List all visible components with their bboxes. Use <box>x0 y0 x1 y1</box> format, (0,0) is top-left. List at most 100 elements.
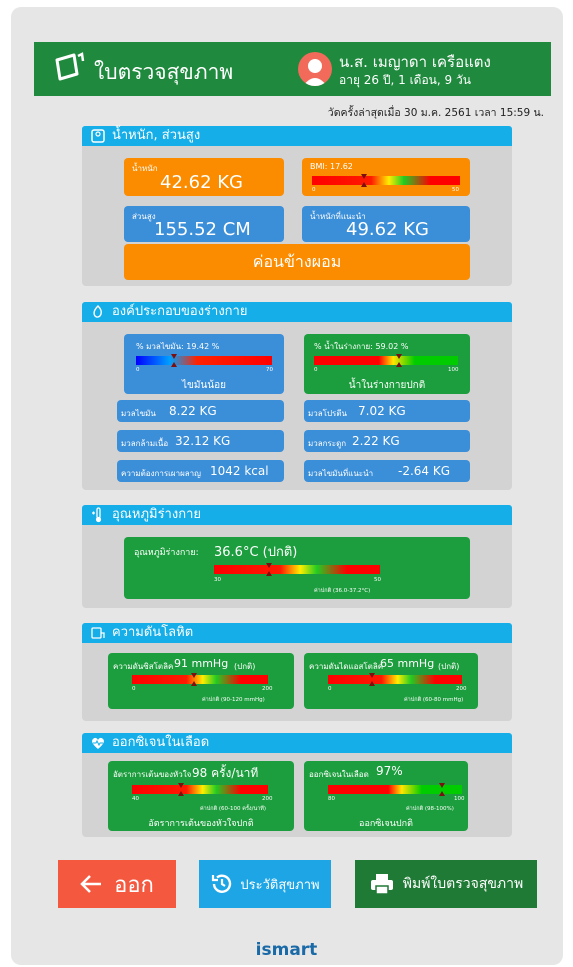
temperature-label: อุณหภูมิร่างกาย: <box>134 548 199 558</box>
systolic-status: (ปกติ) <box>234 662 256 671</box>
temperature-bar <box>214 565 380 574</box>
temperature-max-tick: 50 <box>374 577 381 583</box>
history-icon <box>212 874 232 893</box>
temperature-box: อุณหภูมิร่างกาย: 36.6°C (ปกติ) 30 50 ค่า… <box>124 537 470 599</box>
bmi-marker <box>360 174 367 187</box>
ideal-weight-value: 49.62 KG <box>346 219 430 240</box>
bone-mass-value: 2.22 KG <box>352 434 400 448</box>
diastolic-max-tick: 200 <box>456 686 467 692</box>
weight-status: ค่อนข้างผอม <box>124 244 470 280</box>
scale-icon <box>91 129 105 143</box>
oxygen-section: ออกซิเจนในเลือด อัตราการเต้นของหัวใจ 98 … <box>82 733 512 837</box>
body-water-min-tick: 0 <box>314 367 318 373</box>
report-icon <box>55 52 85 81</box>
section-header: น้ำหนัก, ส่วนสูง <box>82 126 512 146</box>
height-value: 155.52 CM <box>154 219 251 240</box>
spo2-status: ออกซิเจนปกติ <box>359 819 413 829</box>
heart-rate-marker <box>178 783 185 796</box>
history-button[interactable]: ประวัติสุขภาพ <box>199 860 331 908</box>
body-water-label: % น้ำในร่างกาย: 59.02 % <box>314 342 409 351</box>
systolic-min-tick: 0 <box>132 686 136 692</box>
muscle-mass-value: 32.12 KG <box>175 434 231 448</box>
body-composition-section: องค์ประกอบของร่างกาย % มวลไขมัน: 19.42 %… <box>82 302 512 490</box>
muscle-mass-label: มวลกล้ามเนื้อ <box>121 439 169 448</box>
spo2-min-tick: 80 <box>328 796 335 802</box>
heart-rate-value: 98 ครั้ง/นาที <box>192 766 259 780</box>
muscle-mass-box: มวลกล้ามเนื้อ 32.12 KG <box>117 430 284 452</box>
bmi-label: BMI: 17.62 <box>310 162 353 171</box>
fat-target-box: มวลไขมันที่แนะนำ -2.64 KG <box>304 460 470 482</box>
section-header: ความดันโลหิต <box>82 623 512 643</box>
bmi-min-tick: 0 <box>312 187 316 193</box>
fat-target-value: -2.64 KG <box>398 464 451 478</box>
protein-mass-value: 7.02 KG <box>358 404 406 418</box>
exit-button[interactable]: ออก <box>58 860 176 908</box>
fat-target-label: มวลไขมันที่แนะนำ <box>308 469 374 478</box>
ideal-weight-box: น้ำหนักที่แนะนำ 49.62 KG <box>302 206 470 242</box>
body-fat-min-tick: 0 <box>136 367 140 373</box>
body-fat-label: % มวลไขมัน: 19.42 % <box>136 342 220 351</box>
ismart-logo: ismart <box>255 940 318 960</box>
arrow-left-icon <box>80 875 102 893</box>
diastolic-marker <box>368 673 375 686</box>
print-button[interactable]: พิมพ์ใบตรวจสุขภาพ <box>355 860 537 908</box>
temperature-min-tick: 30 <box>214 577 221 583</box>
height-box: ส่วนสูง 155.52 CM <box>124 206 284 242</box>
heart-rate-min-tick: 40 <box>132 796 139 802</box>
section-title: ความดันโลหิต <box>112 625 194 640</box>
body-water-marker <box>395 354 402 367</box>
bmi-box: BMI: 17.62 0 50 <box>302 158 470 196</box>
heart-rate-status: อัตราการเต้นของหัวใจปกติ <box>148 819 254 829</box>
thermometer-icon <box>92 507 102 523</box>
heart-rate-max-tick: 200 <box>262 796 273 802</box>
diastolic-status: (ปกติ) <box>438 662 460 671</box>
report-header: ใบตรวจสุขภาพ น.ส. เมญาดา เครือแตง อายุ 2… <box>34 42 551 96</box>
exit-button-label: ออก <box>114 872 154 898</box>
systolic-normal-range: ค่าปกติ (90-120 mmHg) <box>202 697 265 703</box>
weight-height-section: น้ำหนัก, ส่วนสูง น้ำหนัก 42.62 KG BMI: 1… <box>82 126 512 286</box>
heart-pulse-icon <box>92 737 104 749</box>
energy-box: ความต้องการเผาผลาญ 1042 kcal <box>117 460 284 482</box>
heart-rate-normal-range: ค่าปกติ (60-100 ครั้ง/นาที) <box>200 806 267 812</box>
spo2-value: 97% <box>376 764 403 778</box>
body-water-box: % น้ำในร่างกาย: 59.02 % 0 100 น้ำในร่างก… <box>304 334 470 394</box>
history-button-label: ประวัติสุขภาพ <box>240 877 320 893</box>
energy-label: ความต้องการเผาผลาญ <box>121 469 201 478</box>
fat-mass-label: มวลไขมัน <box>121 409 156 418</box>
spo2-label: ออกซิเจนในเลือด <box>309 770 369 779</box>
diastolic-bar <box>328 675 462 684</box>
body-fat-marker <box>171 354 178 367</box>
body-composition-icon <box>93 305 102 318</box>
protein-mass-label: มวลโปรตีน <box>308 409 348 418</box>
body-water-status: น้ำในร่างกายปกติ <box>348 380 426 391</box>
section-title: น้ำหนัก, ส่วนสูง <box>112 128 201 143</box>
systolic-marker <box>190 673 197 686</box>
systolic-value: 91 mmHg <box>174 657 229 670</box>
print-button-label: พิมพ์ใบตรวจสุขภาพ <box>402 876 524 892</box>
spo2-marker <box>438 783 445 796</box>
heart-rate-box: อัตราการเต้นของหัวใจ 98 ครั้ง/นาที 40 20… <box>108 761 294 831</box>
bone-mass-label: มวลกระดูก <box>308 439 347 448</box>
spo2-max-tick: 100 <box>454 796 465 802</box>
spo2-normal-range: ค่าปกติ (98-100%) <box>406 806 454 812</box>
weight-box: น้ำหนัก 42.62 KG <box>124 158 284 196</box>
temperature-normal-range: ค่าปกติ (36.0-37.2°C) <box>314 588 371 594</box>
temperature-marker <box>265 563 272 576</box>
diastolic-box: ความดันไดแอสโตลิค 65 mmHg (ปกติ) 0 200 ค… <box>304 653 478 709</box>
diastolic-label: ความดันไดแอสโตลิค <box>309 662 384 671</box>
protein-mass-box: มวลโปรตีน 7.02 KG <box>304 400 470 422</box>
systolic-label: ความดันซิสโตลิค <box>113 662 174 671</box>
spo2-box: ออกซิเจนในเลือด 97% 80 100 ค่าปกติ (98-1… <box>304 761 468 831</box>
diastolic-min-tick: 0 <box>328 686 332 692</box>
last-measured-date: วัดครั้งล่าสุดเมื่อ 30 ม.ค. 2561 เวลา 15… <box>327 107 544 119</box>
page-title: ใบตรวจสุขภาพ <box>94 60 234 84</box>
body-fat-bar <box>136 356 272 365</box>
weight-label: น้ำหนัก <box>132 164 158 173</box>
heart-rate-label: อัตราการเต้นของหัวใจ <box>113 770 192 779</box>
temperature-section: อุณหภูมิร่างกาย อุณหภูมิร่างกาย: 36.6°C … <box>82 505 512 608</box>
section-header: ออกซิเจนในเลือด <box>82 733 512 753</box>
blood-pressure-icon <box>91 627 105 639</box>
weight-value: 42.62 KG <box>160 172 244 193</box>
section-title: ออกซิเจนในเลือด <box>112 735 210 750</box>
fat-mass-box: มวลไขมัน 8.22 KG <box>117 400 284 422</box>
